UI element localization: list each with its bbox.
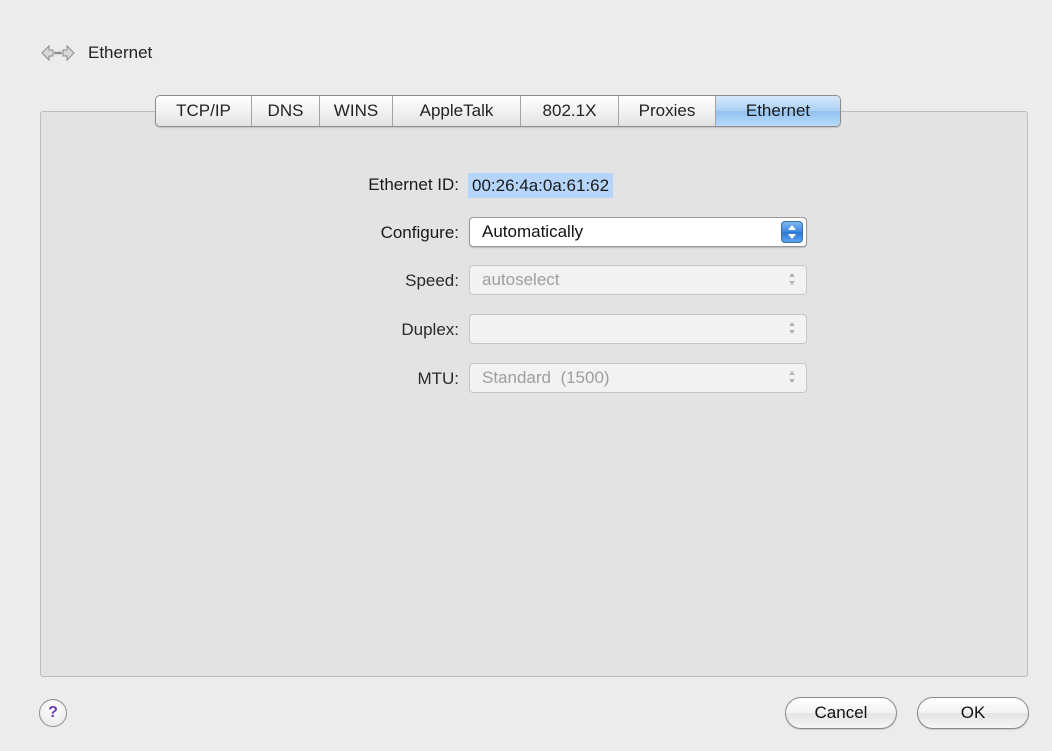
help-icon: ? — [48, 704, 58, 721]
speed-select[interactable]: autoselect — [469, 265, 807, 295]
tab-tcpip[interactable]: TCP/IP — [156, 96, 252, 126]
help-button[interactable]: ? — [39, 699, 67, 727]
tab-8021x[interactable]: 802.1X — [521, 96, 619, 126]
tab-bar: TCP/IP DNS WINS AppleTalk 802.1X Proxies… — [155, 95, 841, 127]
tab-ethernet[interactable]: Ethernet — [716, 96, 840, 126]
ok-button[interactable]: OK — [917, 697, 1029, 729]
ethernet-id-label: Ethernet ID: — [368, 175, 459, 194]
up-down-arrows-icon — [781, 269, 803, 291]
configure-row: Configure: Automatically — [0, 217, 1052, 249]
tab-proxies[interactable]: Proxies — [619, 96, 716, 126]
speed-select-value: autoselect — [482, 270, 560, 289]
up-down-arrows-icon — [781, 318, 803, 340]
duplex-label: Duplex: — [401, 320, 459, 339]
mtu-select[interactable]: Standard (1500) — [469, 363, 807, 393]
tab-appletalk[interactable]: AppleTalk — [393, 96, 521, 126]
tab-wins[interactable]: WINS — [320, 96, 393, 126]
page-title: Ethernet — [88, 43, 153, 62]
cancel-button[interactable]: Cancel — [785, 697, 897, 729]
mtu-row: MTU: Standard (1500) — [0, 363, 1052, 395]
configure-select-value: Automatically — [482, 222, 584, 241]
ethernet-id-row: Ethernet ID: 00:26:4a:0a:61:62 — [0, 169, 1052, 201]
duplex-row: Duplex: — [0, 314, 1052, 346]
tab-dns[interactable]: DNS — [252, 96, 320, 126]
ethernet-id-value: 00:26:4a:0a:61:62 — [468, 173, 614, 198]
speed-row: Speed: autoselect — [0, 265, 1052, 297]
speed-label: Speed: — [405, 271, 459, 290]
window-header: Ethernet — [40, 38, 152, 68]
configure-label: Configure: — [380, 223, 459, 242]
up-down-arrows-icon — [781, 367, 803, 389]
configure-select[interactable]: Automatically — [469, 217, 807, 247]
duplex-select[interactable] — [469, 314, 807, 344]
up-down-arrows-icon — [781, 221, 803, 243]
ethernet-icon — [41, 44, 75, 62]
mtu-select-value: Standard (1500) — [482, 368, 610, 387]
mtu-label: MTU: — [417, 369, 459, 388]
